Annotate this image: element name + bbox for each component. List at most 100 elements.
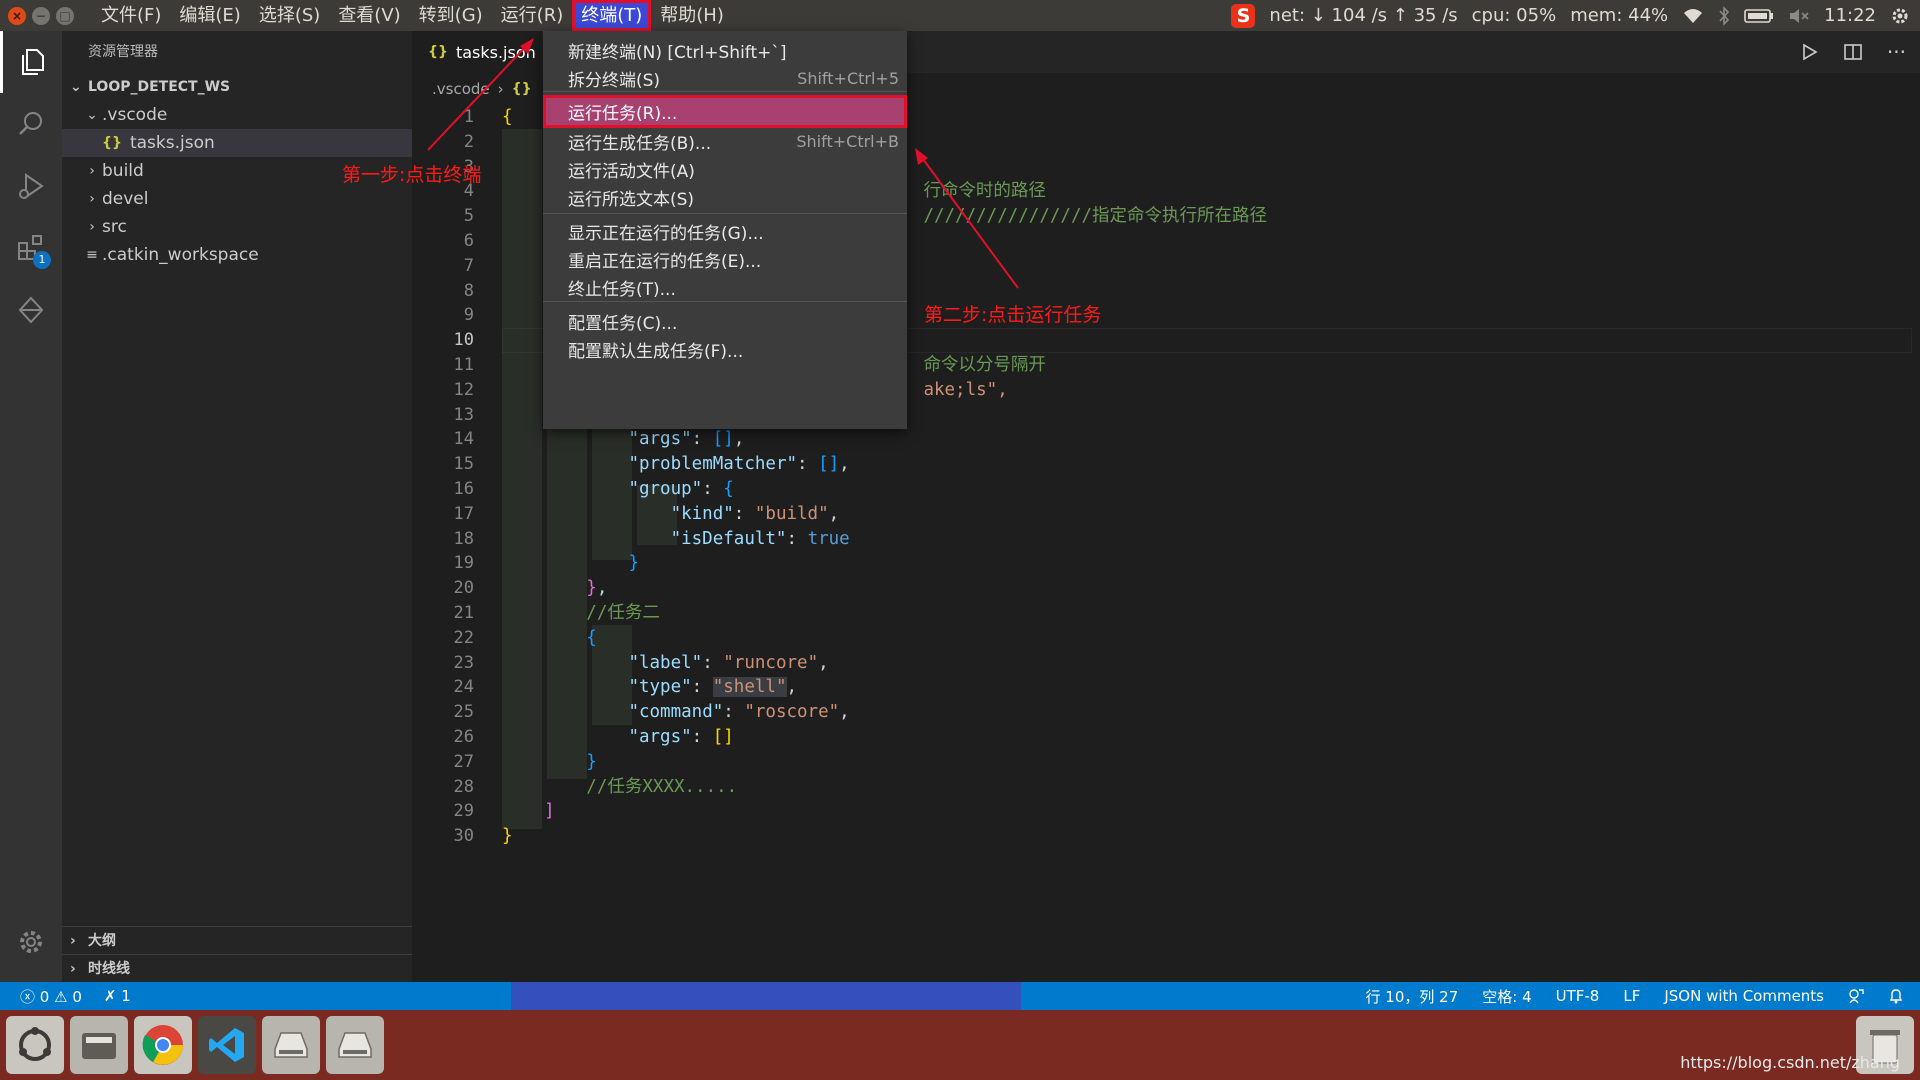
encoding[interactable]: UTF-8 [1556, 987, 1600, 1005]
tree-item[interactable]: {} tasks.json [62, 129, 412, 157]
indentation[interactable]: 空格: 4 [1482, 986, 1531, 1007]
maximize-window-button[interactable]: □ [56, 6, 74, 25]
cursor-position[interactable]: 行 10，列 27 [1366, 986, 1459, 1007]
chevron-right-icon: › [89, 219, 95, 235]
explorer-activity[interactable] [0, 31, 62, 93]
menu-item-label: 配置任务(C)... [568, 314, 678, 334]
system-top-bar: × − □ 文件(F) 编辑(E) 选择(S) 查看(V) 转到(G) 运行(R) 终端(T… [0, 0, 1920, 31]
line-number: 26 [453, 726, 474, 747]
chevron-down-icon: ⌄ [70, 79, 82, 95]
menu-6[interactable]: 终端(T) [572, 0, 652, 31]
tree-item[interactable]: ≡ .catkin_workspace [62, 241, 412, 269]
close-window-button[interactable]: × [8, 6, 26, 25]
run-icon[interactable] [1799, 42, 1819, 62]
search-activity[interactable] [0, 93, 62, 155]
terminal-menu-item[interactable]: 运行所选文本(S) [543, 181, 907, 214]
language-mode[interactable]: JSON with Comments [1664, 987, 1824, 1005]
menu-0[interactable]: 文件(F) [92, 0, 170, 31]
workspace-header[interactable]: ⌄ LOOP_DETECT_WS [62, 73, 412, 101]
tab-tasks-json[interactable]: {} tasks.json [412, 31, 542, 73]
menu-item-label: 运行所选文本(S) [568, 190, 695, 210]
terminal-menu-item[interactable]: 运行任务(R)... [543, 95, 907, 128]
vscode-icon[interactable] [198, 1016, 256, 1074]
menu-1[interactable]: 编辑(E) [170, 0, 249, 31]
drive-icon[interactable] [262, 1016, 320, 1074]
line-number: 10 [453, 330, 474, 351]
line-number: 13 [453, 404, 474, 425]
volume-muted-icon[interactable] [1788, 7, 1810, 25]
minimize-window-button[interactable]: − [32, 6, 50, 25]
terminal-menu-item[interactable]: 拆分终端(S) Shift+Ctrl+5 [543, 62, 907, 95]
drive-icon[interactable] [326, 1016, 384, 1074]
workspace-name: LOOP_DETECT_WS [88, 79, 231, 95]
code-fragment: ake;ls", [923, 379, 1008, 400]
tree-item-label: src [102, 217, 127, 237]
problems-indicator[interactable]: ⓧ 0 ⚠ 0 [20, 986, 82, 1007]
line-number: 11 [453, 354, 474, 375]
annotation-step2: 第二步:点击运行任务 [924, 304, 1102, 326]
terminal-menu-item[interactable]: 配置默认生成任务(F)... [543, 333, 907, 366]
warning-icon: ⚠ [54, 987, 68, 1006]
feedback-icon[interactable] [1848, 988, 1864, 1004]
line-number: 27 [453, 751, 474, 772]
ros-activity[interactable] [0, 279, 62, 341]
line-number: 8 [463, 280, 474, 301]
error-icon: ⓧ [20, 987, 36, 1006]
line-number: 20 [453, 578, 474, 599]
files-app-icon[interactable] [70, 1016, 128, 1074]
terminal-menu-item[interactable]: 终止任务(T)... [543, 271, 907, 304]
tree-item[interactable]: › src [62, 213, 412, 241]
chrome-icon[interactable] [134, 1016, 192, 1074]
run-debug-activity[interactable] [0, 155, 62, 217]
ubuntu-logo-icon[interactable] [6, 1016, 64, 1074]
line-number: 16 [453, 478, 474, 499]
gear-icon [20, 931, 42, 953]
sidebar-title: 资源管理器 [88, 44, 158, 60]
run-debug-icon [19, 173, 44, 199]
ports-indicator[interactable]: ✗ 1 [104, 987, 131, 1005]
tree-item-label: devel [102, 189, 149, 209]
search-icon [19, 112, 42, 135]
line-number: 25 [453, 702, 474, 723]
line-number: 21 [453, 602, 474, 623]
line-number: 9 [463, 305, 474, 326]
tree-item[interactable]: › devel [62, 185, 412, 213]
error-count: 0 [39, 987, 50, 1006]
outline-section[interactable]: › 大纲 [62, 926, 412, 955]
settings-gear-icon[interactable] [1890, 6, 1910, 26]
window-controls: × − □ [8, 6, 74, 25]
line-number: 29 [453, 801, 474, 822]
code-fragment: 命令以分号隔开 [923, 354, 1046, 375]
bluetooth-icon[interactable] [1718, 5, 1730, 26]
menu-2[interactable]: 选择(S) [250, 0, 329, 31]
line-number: 22 [453, 627, 474, 648]
notifications-bell-icon[interactable] [1888, 988, 1904, 1004]
split-editor-icon[interactable] [1843, 42, 1863, 62]
menu-item-label: 新建终端(N) [Ctrl+Shift+`] [568, 43, 787, 63]
battery-icon[interactable] [1744, 8, 1774, 24]
line-number: 5 [463, 206, 474, 227]
line-number: 6 [463, 230, 474, 251]
line-number: 17 [453, 503, 474, 524]
clock[interactable]: 11:22 [1824, 5, 1876, 26]
tree-item-label: .vscode [102, 105, 168, 125]
menu-item-label: 重启正在运行的任务(E)... [568, 252, 762, 272]
sogou-input-icon[interactable]: S [1231, 3, 1256, 28]
end-of-line[interactable]: LF [1623, 987, 1640, 1005]
line-number: 24 [453, 677, 474, 698]
status-band [511, 982, 1021, 1010]
tree-item[interactable]: ⌄ .vscode [62, 101, 412, 129]
timeline-section[interactable]: › 时线线 [62, 954, 412, 983]
line-numbers: 1 2 3 4 5 6 7 8 9 10 11 12 13 14 15 16 17 18 19 20 21 22 23 24 2… [412, 105, 474, 849]
extensions-activity[interactable]: 1 [0, 217, 62, 279]
menu-7[interactable]: 帮助(H) [651, 0, 733, 31]
code-fragment: ////////////////指定命令执行所在路径 [923, 206, 1268, 227]
manage-activity[interactable] [0, 911, 62, 973]
more-actions-icon[interactable]: ··· [1887, 40, 1906, 64]
menu-3[interactable]: 查看(V) [329, 0, 409, 31]
wifi-icon[interactable] [1682, 7, 1704, 25]
menu-5[interactable]: 运行(R) [492, 0, 573, 31]
chevron-right-icon: › [70, 961, 76, 977]
menu-4[interactable]: 转到(G) [410, 0, 492, 31]
breadcrumb-folder[interactable]: .vscode [432, 80, 490, 98]
